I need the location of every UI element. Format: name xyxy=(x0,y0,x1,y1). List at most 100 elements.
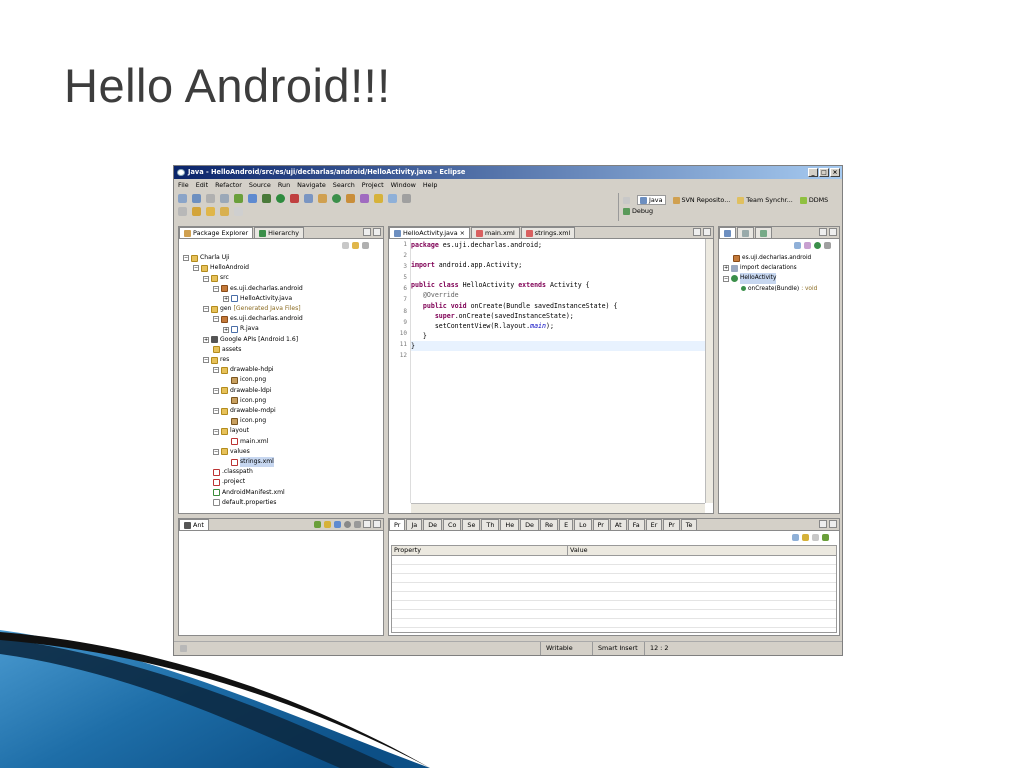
menu-file[interactable]: File xyxy=(178,180,189,191)
show-whitespace-icon[interactable] xyxy=(402,194,411,203)
collapse-toggle[interactable]: − xyxy=(213,285,219,292)
perspective-team-sync[interactable]: Team Synchr... xyxy=(737,195,793,205)
tab-helloactivity-java[interactable]: HelloActivity.java × xyxy=(389,227,470,238)
expand-toggle[interactable]: + xyxy=(223,326,229,333)
show-categories-icon[interactable] xyxy=(792,534,799,541)
new-class-icon[interactable] xyxy=(332,194,341,203)
expand-toggle[interactable]: + xyxy=(223,295,229,302)
remove-icon[interactable] xyxy=(344,521,351,528)
tab-console[interactable]: Co xyxy=(443,519,462,530)
minimize-view-icon[interactable] xyxy=(819,228,827,236)
tree-item-drawable-mdpi[interactable]: − drawable-mdpi xyxy=(183,406,303,416)
perspective-svn[interactable]: SVN Reposito... xyxy=(672,195,730,205)
tab-tasks[interactable]: Te xyxy=(680,519,698,530)
column-header-value[interactable]: Value xyxy=(568,546,588,555)
menu-edit[interactable]: Edit xyxy=(196,180,208,191)
column-header-property[interactable]: Property xyxy=(392,546,568,555)
tree-item-charla[interactable]: − Charla Uji xyxy=(183,253,303,263)
minimize-button[interactable]: _ xyxy=(808,168,818,177)
prev-annotation-icon[interactable] xyxy=(192,207,201,216)
tab-devices[interactable]: De xyxy=(520,519,539,530)
outline-item-package[interactable]: es.uji.decharlas.android xyxy=(723,253,817,263)
code-editor[interactable]: 1 2 3 5 6 7 8 9 10 11 12 package es.uji.… xyxy=(389,239,713,513)
tab-hierarchy[interactable]: Hierarchy xyxy=(254,227,305,238)
collapse-toggle[interactable]: − xyxy=(203,275,209,282)
minimize-view-icon[interactable] xyxy=(363,520,371,528)
view-menu-icon[interactable] xyxy=(362,242,369,249)
tab-progress[interactable]: Pr xyxy=(592,519,609,530)
link-with-editor-icon[interactable] xyxy=(352,242,359,249)
mark-occurrences-icon[interactable] xyxy=(374,194,383,203)
editor-horizontal-scrollbar[interactable] xyxy=(411,503,705,513)
tab-problems[interactable]: Pr xyxy=(389,519,406,530)
menu-window[interactable]: Window xyxy=(391,180,416,191)
tree-item-drawable-ldpi[interactable]: − drawable-ldpi xyxy=(183,386,303,396)
menu-navigate[interactable]: Navigate xyxy=(297,180,326,191)
tree-item-assets[interactable]: assets xyxy=(183,345,303,355)
perspective-ddms[interactable]: DDMS xyxy=(799,195,828,205)
sort-icon[interactable] xyxy=(794,242,801,249)
new-java-project-icon[interactable] xyxy=(304,194,313,203)
hide-non-public-icon[interactable] xyxy=(814,242,821,249)
new-icon[interactable] xyxy=(178,194,187,203)
tab-resources[interactable]: Re xyxy=(540,519,559,530)
tab-declaration[interactable]: De xyxy=(423,519,443,530)
collapse-toggle[interactable]: − xyxy=(203,306,209,313)
tree-item-src-package[interactable]: − es.uji.decharlas.android xyxy=(183,284,303,294)
close-button[interactable]: × xyxy=(830,168,840,177)
android-avd-icon[interactable] xyxy=(248,194,257,203)
tab-search[interactable]: Se xyxy=(462,519,481,530)
toggle-block-icon[interactable] xyxy=(388,194,397,203)
menu-run[interactable]: Run xyxy=(278,180,290,191)
menu-help[interactable]: Help xyxy=(423,180,438,191)
collapse-toggle[interactable]: − xyxy=(213,408,219,415)
close-tab-icon[interactable]: × xyxy=(460,228,465,238)
print-icon[interactable] xyxy=(206,194,215,203)
back-icon[interactable] xyxy=(206,207,215,216)
collapse-toggle[interactable]: − xyxy=(213,316,219,323)
perspective-java[interactable]: Java xyxy=(637,195,666,205)
expand-toggle[interactable]: + xyxy=(203,336,209,343)
maximize-view-icon[interactable] xyxy=(829,520,837,528)
collapse-toggle[interactable]: − xyxy=(203,357,209,364)
menu-source[interactable]: Source xyxy=(249,180,271,191)
forward-icon[interactable] xyxy=(220,207,229,216)
tree-item-default-properties[interactable]: default.properties xyxy=(183,498,303,508)
pin-icon[interactable] xyxy=(822,534,829,541)
tree-item-gen[interactable]: − gen [Generated Java Files] xyxy=(183,304,303,314)
tree-item-src[interactable]: − src xyxy=(183,273,303,283)
tab-heap[interactable]: He xyxy=(500,519,520,530)
last-edit-icon[interactable] xyxy=(234,207,243,216)
search-buildfile-icon[interactable] xyxy=(324,521,331,528)
tree-item-drawable-hdpi[interactable]: − drawable-hdpi xyxy=(183,365,303,375)
tab-javadoc[interactable]: Ja xyxy=(406,519,423,530)
tree-item-classpath[interactable]: .classpath xyxy=(183,467,303,477)
remove-all-icon[interactable] xyxy=(354,521,361,528)
minimize-view-icon[interactable] xyxy=(819,520,827,528)
outline-item-class[interactable]: − HelloActivity xyxy=(723,273,817,284)
tree-item-gen-package[interactable]: − es.uji.decharlas.android xyxy=(183,314,303,324)
search-icon[interactable] xyxy=(360,194,369,203)
view-menu-icon[interactable] xyxy=(824,242,831,249)
tree-item-layout[interactable]: − layout xyxy=(183,426,303,436)
tab-error-log[interactable]: Er xyxy=(645,519,663,530)
collapse-toggle[interactable]: − xyxy=(213,448,219,455)
new-package-icon[interactable] xyxy=(318,194,327,203)
save-icon[interactable] xyxy=(192,194,201,203)
menu-project[interactable]: Project xyxy=(362,180,384,191)
tree-item-values[interactable]: − values xyxy=(183,447,303,457)
maximize-view-icon[interactable] xyxy=(703,228,711,236)
tab-file-explorer[interactable]: Fa xyxy=(627,519,645,530)
external-tools-icon[interactable] xyxy=(290,194,299,203)
maximize-view-icon[interactable] xyxy=(373,228,381,236)
editor-vertical-scrollbar[interactable] xyxy=(705,239,713,503)
tree-item-ldpi-icon[interactable]: icon.png xyxy=(183,396,303,406)
tab-ant[interactable]: Ant xyxy=(179,519,209,530)
menu-search[interactable]: Search xyxy=(333,180,355,191)
show-advanced-icon[interactable] xyxy=(802,534,809,541)
debug-icon[interactable] xyxy=(262,194,271,203)
menu-refactor[interactable]: Refactor xyxy=(215,180,242,191)
tab-logcat[interactable]: Lo xyxy=(574,519,592,530)
maximize-button[interactable]: □ xyxy=(819,168,829,177)
collapse-toggle[interactable]: − xyxy=(213,428,219,435)
